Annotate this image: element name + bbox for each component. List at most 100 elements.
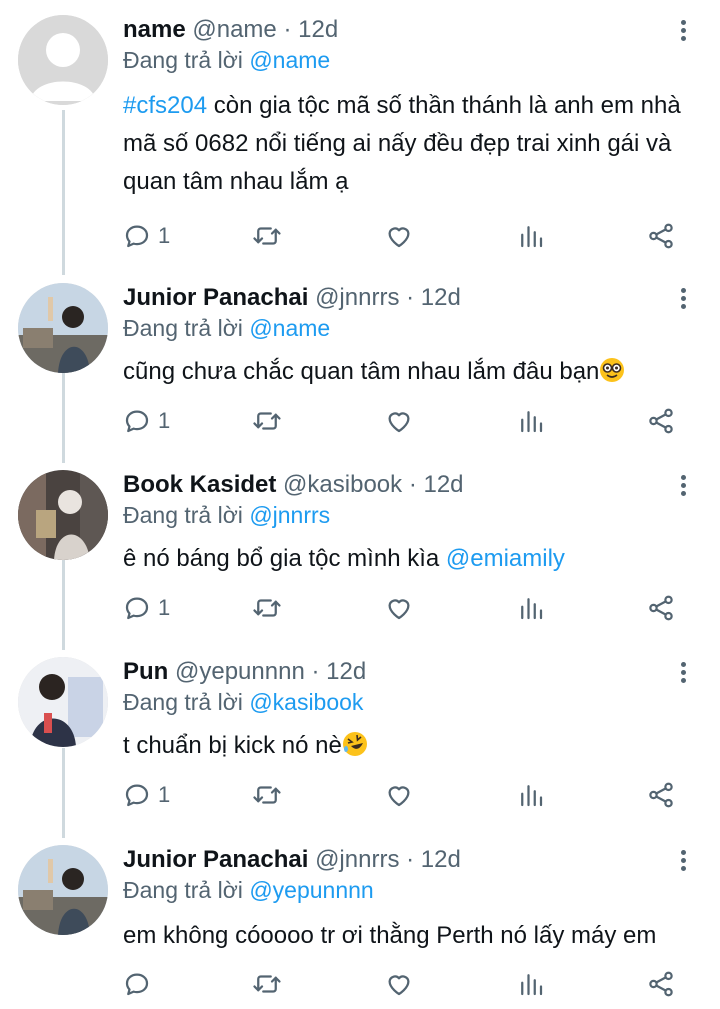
more-icon[interactable] <box>672 17 694 47</box>
username[interactable]: @jnnrrs <box>315 284 399 311</box>
retweet-button[interactable] <box>252 778 282 812</box>
replying-prefix: Đang trả lời <box>123 502 243 528</box>
reply-to-mention[interactable]: @kasibook <box>249 689 363 715</box>
reply-count: 1 <box>158 782 171 807</box>
reply-icon <box>122 221 152 251</box>
reply-button[interactable] <box>122 967 158 1001</box>
timestamp[interactable]: 12d <box>298 16 338 43</box>
reply-count: 1 <box>158 223 171 248</box>
tweet-header: Junior Panachai @jnnrrs · 12d <box>123 283 461 313</box>
more-icon[interactable] <box>672 472 694 502</box>
retweet-button[interactable] <box>252 404 282 438</box>
share-button[interactable] <box>646 404 676 438</box>
tweet-header: Book Kasidet @kasibook · 12d <box>123 470 464 500</box>
reply-to-mention[interactable]: @yepunnnn <box>249 877 373 903</box>
share-button[interactable] <box>646 591 676 625</box>
photo-avatar-icon <box>18 657 108 747</box>
timestamp[interactable]: 12d <box>421 846 461 873</box>
tweet-header: Junior Panachai @jnnrrs · 12d <box>123 845 461 875</box>
reply-tweet[interactable]: Junior Panachai @jnnrrs · 12d Đang trả l… <box>0 283 720 443</box>
retweet-button[interactable] <box>252 219 282 253</box>
action-bar <box>118 967 688 1001</box>
avatar[interactable] <box>18 845 108 935</box>
like-icon <box>384 969 414 999</box>
avatar[interactable] <box>18 283 108 373</box>
username[interactable]: @kasibook <box>283 471 402 498</box>
display-name[interactable]: Pun <box>123 658 168 685</box>
display-name[interactable]: Junior Panachai <box>123 846 308 873</box>
retweet-button[interactable] <box>252 591 282 625</box>
like-button[interactable] <box>384 778 414 812</box>
replying-to: Đang trả lời @kasibook <box>123 689 363 716</box>
views-button[interactable] <box>516 967 546 1001</box>
replying-to: Đang trả lời @name <box>123 47 330 74</box>
display-name[interactable]: Junior Panachai <box>123 284 308 311</box>
tweet-text: em không cóoooo tr ơi thằng Perth nó lấy… <box>123 917 693 955</box>
views-icon <box>516 221 546 251</box>
display-name[interactable]: Book Kasidet <box>123 471 276 498</box>
reply-button[interactable]: 1 <box>122 219 170 253</box>
share-icon <box>646 780 676 810</box>
display-name[interactable]: name <box>123 16 186 43</box>
hashtag-link[interactable]: #cfs204 <box>123 92 207 119</box>
like-button[interactable] <box>384 967 414 1001</box>
views-button[interactable] <box>516 591 546 625</box>
timestamp[interactable]: 12d <box>421 284 461 311</box>
reply-icon <box>122 406 152 436</box>
avatar[interactable] <box>18 657 108 747</box>
tweet-header: Pun @yepunnnn · 12d <box>123 657 366 687</box>
replying-prefix: Đang trả lời <box>123 47 243 73</box>
reply-to-mention[interactable]: @jnnrrs <box>249 502 330 528</box>
reply-tweet[interactable]: Book Kasidet @kasibook · 12d Đang trả lờ… <box>0 470 720 630</box>
replying-prefix: Đang trả lời <box>123 315 243 341</box>
username[interactable]: @yepunnnn <box>175 658 305 685</box>
like-button[interactable] <box>384 219 414 253</box>
body-mention-link[interactable]: @emiamily <box>446 545 565 572</box>
reply-to-mention[interactable]: @name <box>249 315 330 341</box>
avatar[interactable] <box>18 470 108 560</box>
retweet-icon <box>252 221 282 251</box>
reply-to-mention[interactable]: @name <box>249 47 330 73</box>
reply-button[interactable]: 1 <box>122 591 170 625</box>
like-icon <box>384 221 414 251</box>
username[interactable]: @name <box>192 16 276 43</box>
retweet-icon <box>252 969 282 999</box>
share-button[interactable] <box>646 778 676 812</box>
username[interactable]: @jnnrrs <box>315 846 399 873</box>
replying-prefix: Đang trả lời <box>123 877 243 903</box>
reply-count: 1 <box>158 408 171 433</box>
retweet-icon <box>252 593 282 623</box>
action-bar: 1 <box>118 591 688 625</box>
tweet-body: t chuẩn bị kick nó nè <box>123 732 342 759</box>
timestamp[interactable]: 12d <box>326 658 366 685</box>
views-icon <box>516 780 546 810</box>
reply-tweet[interactable]: name @name · 12d Đang trả lời @name #cfs… <box>0 15 720 260</box>
reply-button[interactable]: 1 <box>122 778 170 812</box>
separator-dot: · <box>311 658 320 685</box>
tweet-text: ê nó báng bổ gia tộc mình kìa @emiamily <box>123 540 693 578</box>
reply-button[interactable]: 1 <box>122 404 170 438</box>
reply-tweet[interactable]: Pun @yepunnnn · 12d Đang trả lời @kasibo… <box>0 657 720 817</box>
like-button[interactable] <box>384 591 414 625</box>
retweet-button[interactable] <box>252 967 282 1001</box>
views-button[interactable] <box>516 778 546 812</box>
reply-count: 1 <box>158 595 171 620</box>
share-button[interactable] <box>646 967 676 1001</box>
reply-tweet[interactable]: Junior Panachai @jnnrrs · 12d Đang trả l… <box>0 845 720 1005</box>
tweet-text: cũng chưa chắc quan tâm nhau lắm đâu bạn <box>123 353 693 391</box>
views-button[interactable] <box>516 404 546 438</box>
share-button[interactable] <box>646 219 676 253</box>
rolling-laughing-emoji-icon <box>342 732 367 756</box>
replying-to: Đang trả lời @name <box>123 315 330 342</box>
action-bar: 1 <box>118 778 688 812</box>
more-icon[interactable] <box>672 285 694 315</box>
tweet-body: ê nó báng bổ gia tộc mình kìa <box>123 545 446 572</box>
share-icon <box>646 593 676 623</box>
timestamp[interactable]: 12d <box>423 471 463 498</box>
like-icon <box>384 780 414 810</box>
avatar[interactable] <box>18 15 108 105</box>
more-icon[interactable] <box>672 659 694 689</box>
more-icon[interactable] <box>672 847 694 877</box>
like-button[interactable] <box>384 404 414 438</box>
views-button[interactable] <box>516 219 546 253</box>
